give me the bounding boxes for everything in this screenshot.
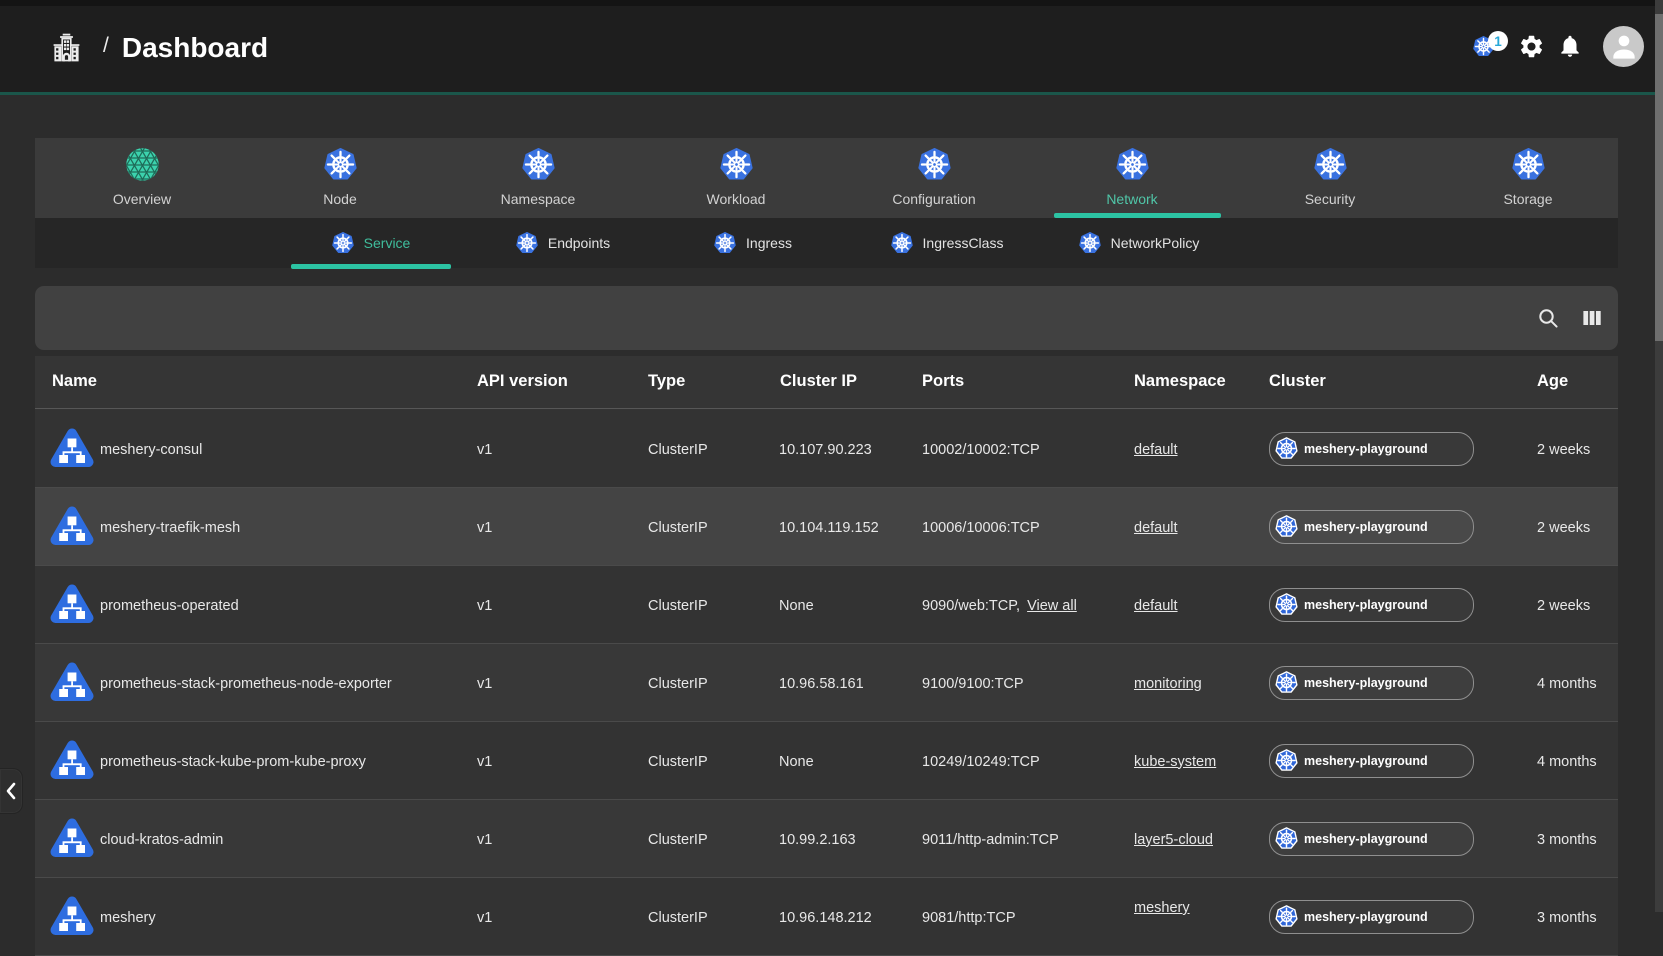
svg-text:1: 1 [1494, 34, 1502, 49]
